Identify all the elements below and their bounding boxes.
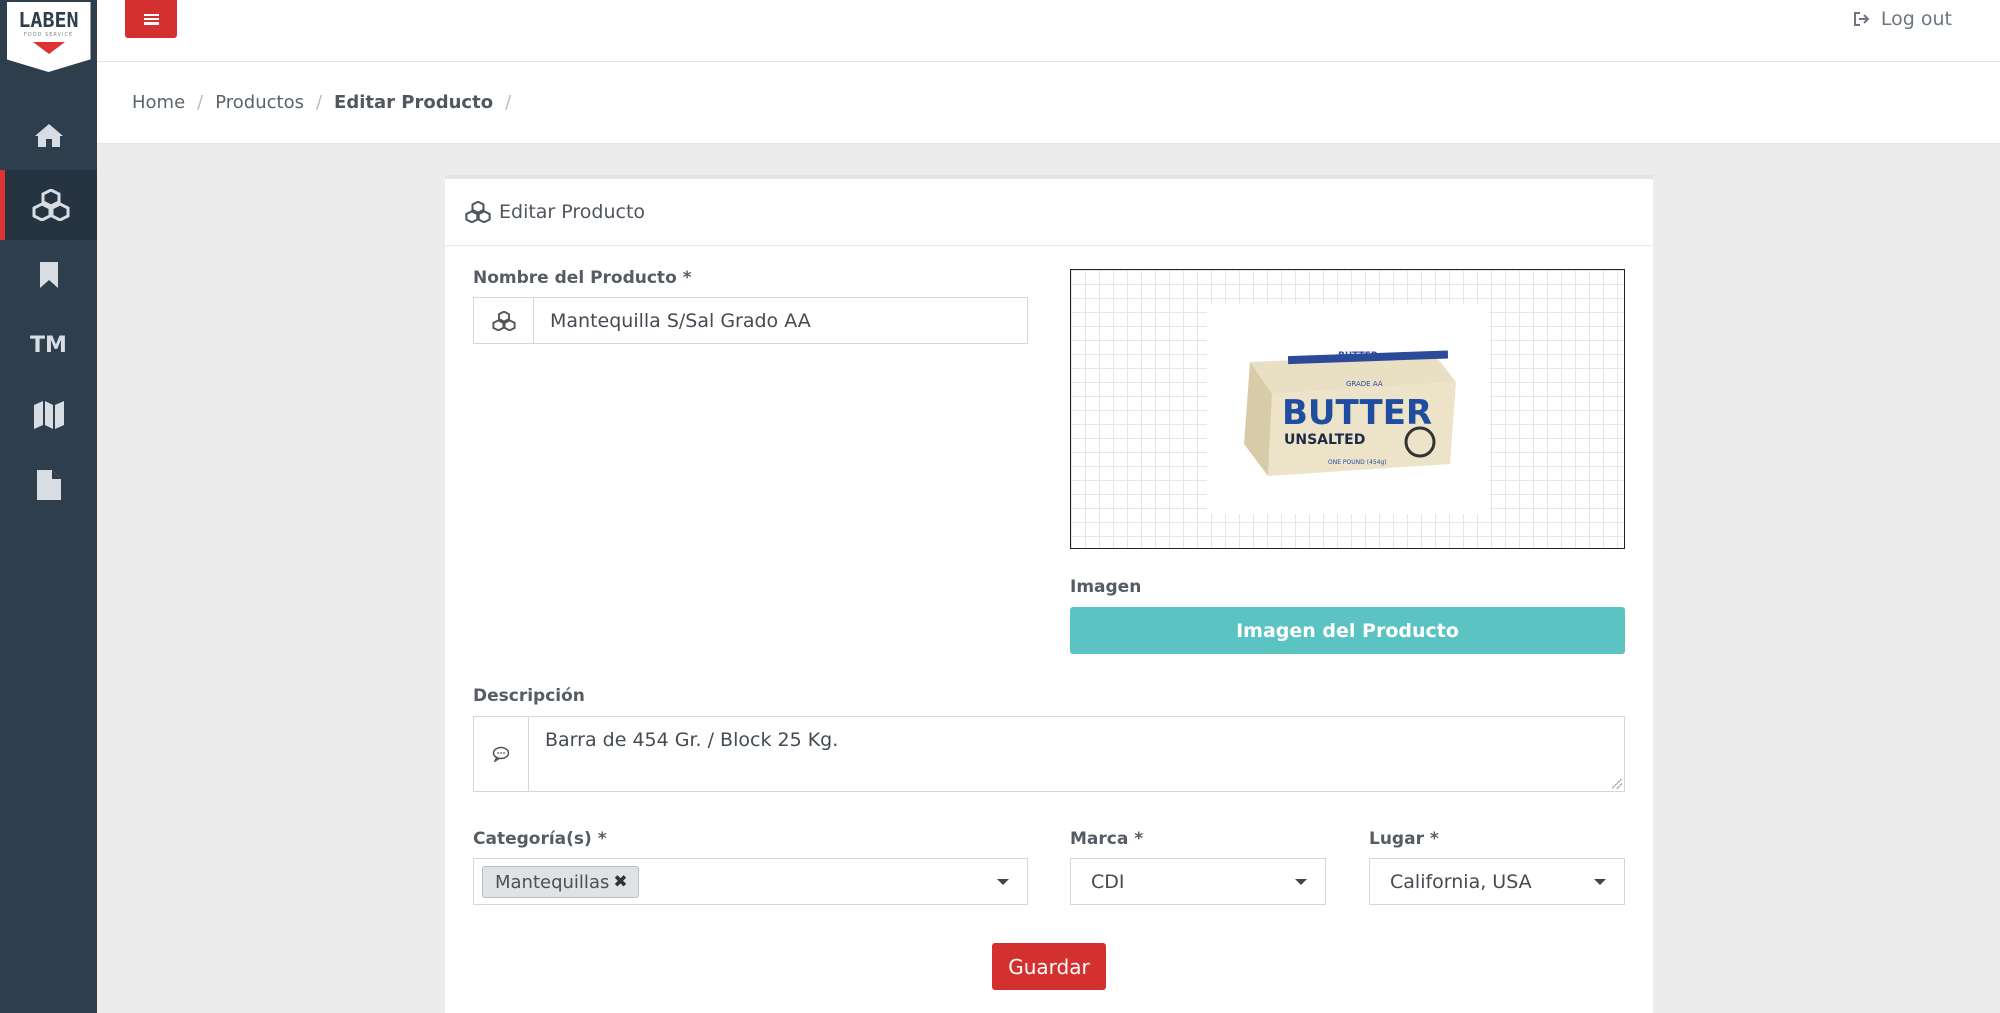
breadcrumb: Home / Productos / Editar Producto / [97,62,2000,144]
product-name-addon [474,298,534,343]
card-header: Editar Producto [445,179,1653,246]
brand-label: Marca * [1070,829,1144,849]
place-select[interactable]: California, USA [1369,858,1625,905]
laben-logo[interactable]: LABEN FOOD SERVICE [6,2,91,72]
upload-image-button[interactable]: Imagen del Producto [1070,607,1625,654]
cubes-icon [491,310,516,331]
cubes-icon [465,201,491,223]
pkg-variant-text: UNSALTED [1284,432,1365,448]
pkg-grade-text: GRADE AA [1346,380,1383,388]
sidebar-item-brands[interactable]: TM [0,310,97,380]
product-name-label: Nombre del Producto * [473,268,692,288]
pkg-top-text: BUTTER [1338,351,1378,361]
home-icon [34,124,63,147]
description-addon [474,717,529,791]
logo-text: LABEN [18,8,79,32]
chevron-down-icon [1594,879,1606,885]
sidebar-item-products[interactable] [0,170,97,240]
resize-handle-icon[interactable] [1612,779,1622,789]
pkg-brand-text: BUTTER [1282,393,1432,433]
description-label: Descripción [473,686,585,706]
topbar: Log out [97,0,2000,62]
description-field[interactable]: Barra de 454 Gr. / Block 25 Kg. [473,716,1625,792]
product-image-preview: BUTTER GRADE AA BUTTER UNSALTED ONE POUN… [1070,269,1625,549]
bookmark-icon [39,262,58,288]
logout-link[interactable]: Log out [1853,8,1952,30]
breadcrumb-separator: / [505,92,512,113]
description-textarea[interactable]: Barra de 454 Gr. / Block 25 Kg. [529,717,1624,791]
breadcrumb-separator: / [315,92,323,113]
breadcrumb-home[interactable]: Home [132,92,185,113]
brand-select[interactable]: CDI [1070,858,1326,905]
logout-label: Log out [1880,8,1952,30]
comment-icon [492,746,510,762]
edit-product-card: Editar Producto Nombre del Producto * Ma… [445,175,1653,1013]
product-name-input[interactable]: Mantequilla S/Sal Grado AA [534,298,1027,343]
sidebar-item-documents[interactable] [0,450,97,520]
tag-remove-icon[interactable]: ✖ [613,872,627,892]
trademark-label: TM [30,332,67,358]
hamburger-icon [143,13,159,25]
logo-subtext: FOOD SERVICE [23,32,74,38]
breadcrumb-productos[interactable]: Productos [215,92,304,113]
butter-image: BUTTER GRADE AA BUTTER UNSALTED ONE POUN… [1206,304,1489,514]
cubes-icon [32,189,70,221]
category-tag-label: Mantequillas [495,871,610,893]
image-label: Imagen [1070,577,1142,597]
description-value: Barra de 454 Gr. / Block 25 Kg. [545,729,839,751]
product-name-field[interactable]: Mantequilla S/Sal Grado AA [473,297,1028,344]
chevron-down-icon [997,879,1009,885]
sidebar-item-bookmarks[interactable] [0,240,97,310]
save-button[interactable]: Guardar [992,943,1106,990]
sidebar: LABEN FOOD SERVICE TM [0,0,97,1013]
pkg-weight-text: ONE POUND (454g) [1328,459,1387,466]
sidebar-item-home[interactable] [0,100,97,170]
category-label: Categoría(s) * [473,829,607,849]
sidebar-item-places[interactable] [0,380,97,450]
card-title: Editar Producto [499,201,646,223]
sign-out-icon [1853,12,1870,26]
menu-toggle-button[interactable] [125,0,177,38]
logo-area[interactable]: LABEN FOOD SERVICE [0,0,97,97]
map-icon [33,401,64,429]
place-label: Lugar * [1369,829,1439,849]
chevron-down-icon [1295,879,1307,885]
file-icon [36,470,61,500]
breadcrumb-separator: / [197,92,204,113]
brand-value: CDI [1091,870,1125,893]
butter-package-image: BUTTER GRADE AA BUTTER UNSALTED ONE POUN… [1243,350,1456,476]
breadcrumb-current: Editar Producto [334,92,494,113]
place-value: California, USA [1390,870,1532,893]
logo-chevron-icon [32,42,65,54]
category-select[interactable]: Mantequillas ✖ [473,858,1028,905]
category-tag: Mantequillas ✖ [482,866,639,898]
